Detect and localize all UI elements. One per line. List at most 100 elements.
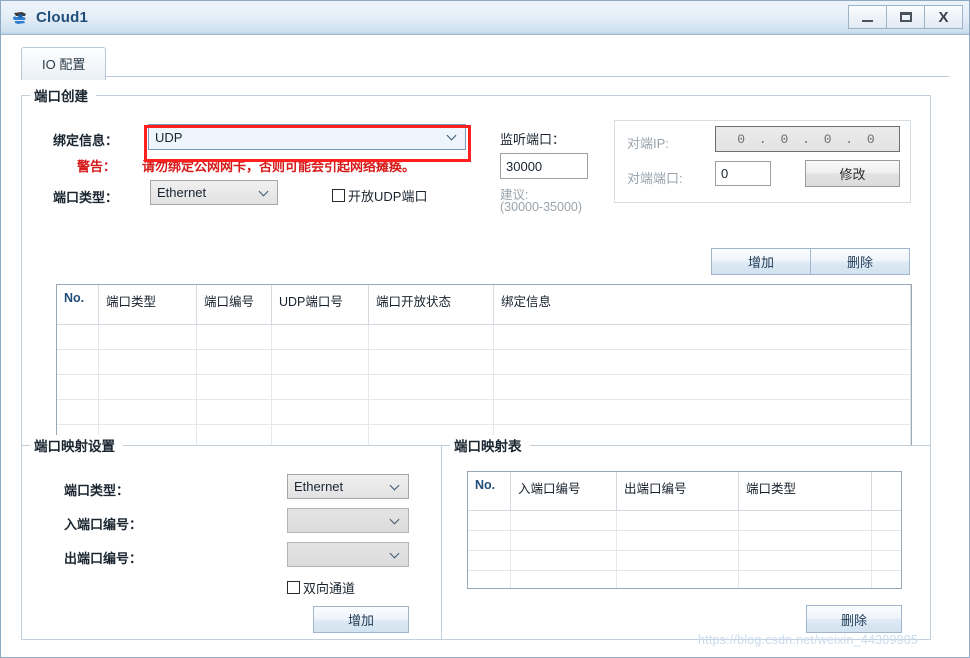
cell (739, 511, 872, 530)
map-out-port-label: 出端口编号： (64, 551, 143, 566)
cell (494, 350, 911, 374)
port-table[interactable]: No. 端口类型 端口编号 UDP端口号 端口开放状态 绑定信息 (56, 284, 912, 447)
table-row[interactable] (57, 325, 911, 350)
add-port-button[interactable]: 增加 (711, 248, 811, 275)
map-out-port-select[interactable] (287, 542, 409, 567)
bind-info-label: 绑定信息： (53, 133, 119, 148)
port-map-settings-panel: 端口映射设置 端口类型： Ethernet 入端口编号： 出端口编号： 双向通道… (21, 435, 446, 640)
bind-info-select[interactable]: UDP (148, 124, 466, 150)
port-create-panel: 端口创建 绑定信息： UDP 警告： 请勿绑定公网网卡，否则可能会引起网络瘫痪。… (21, 85, 931, 463)
table-row[interactable] (468, 511, 901, 531)
table-row[interactable] (57, 375, 911, 400)
port-type-label: 端口类型： (53, 190, 119, 205)
map-port-type-label: 端口类型： (64, 483, 130, 498)
application-window: Cloud1 X IO 配置 只能检测到UDP检测不到电脑的别的网卡 (0, 0, 970, 658)
peer-port-input[interactable]: 0 (715, 161, 771, 186)
cell (494, 375, 911, 399)
cell (872, 571, 901, 588)
maximize-button[interactable] (886, 5, 925, 29)
cell (872, 531, 901, 550)
cell (197, 375, 272, 399)
cell (369, 400, 494, 424)
map-delete-button[interactable]: 删除 (806, 605, 902, 633)
peer-port-label: 对端端口: (627, 171, 683, 186)
cell (99, 350, 197, 374)
table-row[interactable] (468, 571, 901, 588)
cell (197, 325, 272, 349)
cell (197, 400, 272, 424)
port-map-col-3: 端口类型 (739, 472, 872, 510)
cell (511, 511, 617, 530)
chevron-down-icon (448, 132, 457, 141)
port-map-table[interactable]: No. 入端口编号 出端口编号 端口类型 (467, 471, 902, 589)
table-row[interactable] (57, 350, 911, 375)
tab-io-config[interactable]: IO 配置 (21, 47, 107, 80)
port-table-col-3: UDP端口号 (272, 285, 369, 324)
cell (369, 375, 494, 399)
cloud-icon (11, 9, 29, 27)
port-create-panel-title: 端口创建 (30, 85, 96, 105)
cell (99, 375, 197, 399)
cell (197, 350, 272, 374)
checkbox-box-icon (287, 581, 300, 594)
cell (272, 350, 369, 374)
port-table-col-0: No. (57, 285, 99, 324)
cell (617, 531, 739, 550)
watermark-text: https://blog.csdn.net/weixin_44309905 (698, 633, 919, 647)
port-map-col-pad (872, 472, 901, 510)
cell (369, 350, 494, 374)
close-button[interactable]: X (924, 5, 963, 29)
cell (272, 400, 369, 424)
cell (511, 551, 617, 570)
delete-port-button[interactable]: 删除 (810, 248, 910, 275)
table-row[interactable] (468, 551, 901, 571)
peer-ip-input[interactable]: 0 . 0 . 0 . 0 (715, 126, 900, 152)
open-udp-port-label: 开放UDP端口 (348, 189, 428, 204)
minimize-button[interactable] (848, 5, 887, 29)
map-port-type-select[interactable]: Ethernet (287, 474, 409, 499)
window-controls: X (848, 5, 963, 29)
cell (57, 400, 99, 424)
table-row[interactable] (57, 400, 911, 425)
cell (511, 531, 617, 550)
cell (57, 375, 99, 399)
port-type-select[interactable]: Ethernet (150, 180, 278, 205)
cell (739, 571, 872, 588)
cell (511, 571, 617, 588)
cell (272, 375, 369, 399)
cell (99, 325, 197, 349)
bidirectional-label: 双向通道 (303, 581, 356, 596)
bidirectional-checkbox[interactable]: 双向通道 (287, 578, 355, 597)
port-map-col-1: 入端口编号 (511, 472, 617, 510)
port-map-table-header: No. 入端口编号 出端口编号 端口类型 (468, 472, 901, 511)
cell (57, 325, 99, 349)
chevron-down-icon (260, 188, 269, 197)
app-root: Cloud1 X IO 配置 只能检测到UDP检测不到电脑的别的网卡 (0, 0, 970, 658)
cell (468, 511, 511, 530)
cell (468, 571, 511, 588)
cell (872, 551, 901, 570)
port-map-table-panel: 端口映射表 No. 入端口编号 出端口编号 端口类型 删除 (441, 435, 931, 640)
table-row[interactable] (468, 531, 901, 551)
tab-underline (21, 76, 949, 77)
listen-port-label: 监听端口： (500, 132, 566, 147)
open-udp-port-checkbox[interactable]: 开放UDP端口 (332, 186, 427, 205)
map-add-button[interactable]: 增加 (313, 606, 409, 633)
map-in-port-select[interactable] (287, 508, 409, 533)
client-area: IO 配置 只能检测到UDP检测不到电脑的别的网卡 端口创建 绑定信息： UDP… (1, 35, 969, 657)
port-map-table-title: 端口映射表 (450, 435, 530, 455)
port-map-settings-title: 端口映射设置 (30, 435, 123, 455)
cell (272, 425, 369, 446)
port-map-col-2: 出端口编号 (617, 472, 739, 510)
port-table-header: No. 端口类型 端口编号 UDP端口号 端口开放状态 绑定信息 (57, 285, 911, 325)
warning-text: 请勿绑定公网网卡，否则可能会引起网络瘫痪。 (142, 159, 416, 174)
cell (617, 511, 739, 530)
bind-info-value: UDP (155, 129, 183, 145)
modify-button[interactable]: 修改 (805, 160, 900, 187)
cell (494, 400, 911, 424)
listen-port-input[interactable]: 30000 (500, 153, 588, 179)
minimize-icon (862, 19, 873, 22)
warning-label: 警告： (77, 159, 117, 174)
port-table-col-1: 端口类型 (99, 285, 197, 324)
port-table-col-5: 绑定信息 (494, 285, 911, 324)
